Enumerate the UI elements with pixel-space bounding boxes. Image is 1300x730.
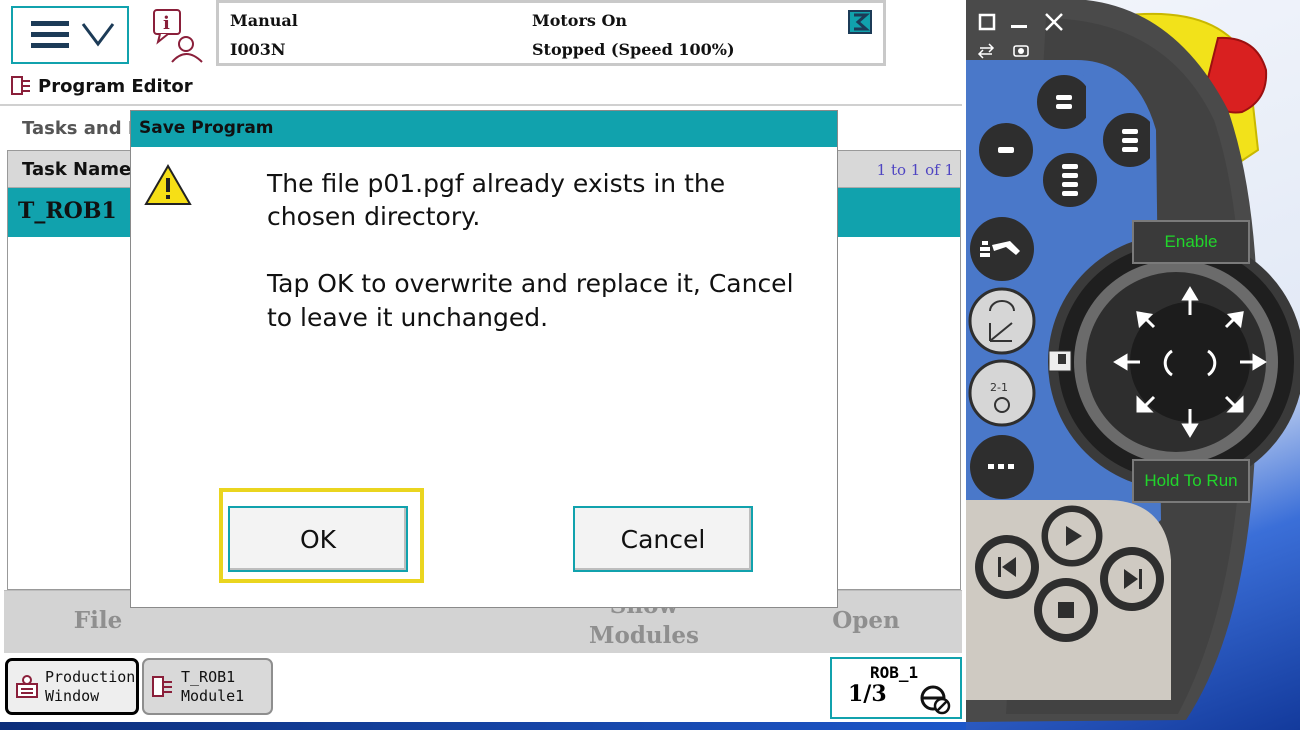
save-program-dialog: Save Program The file p01.pgf already ex… bbox=[130, 110, 838, 608]
desktop-taskbar-strip bbox=[0, 722, 966, 730]
window-title: Program Editor bbox=[38, 75, 193, 97]
header-divider bbox=[0, 104, 962, 106]
more-keys-button[interactable] bbox=[970, 435, 1034, 499]
mechanical-unit-button[interactable] bbox=[970, 217, 1034, 281]
joystick[interactable] bbox=[1110, 285, 1270, 445]
keypad-group-2 bbox=[1037, 107, 1150, 213]
play-button[interactable] bbox=[1038, 502, 1106, 570]
ok-button[interactable]: OK bbox=[228, 506, 408, 572]
motors-state: Motors On bbox=[532, 11, 628, 30]
jog-fraction: 1/3 bbox=[848, 681, 887, 707]
status-bar[interactable]: Manual I003N Motors On Stopped (Speed 10… bbox=[216, 0, 886, 66]
dialog-message-line: The file p01.pgf already exists in the bbox=[267, 169, 726, 198]
module-taskbar-button[interactable]: T_ROB1 Module1 bbox=[142, 658, 273, 715]
robot-name: ROB_1 bbox=[870, 663, 919, 682]
key-button-2[interactable] bbox=[973, 117, 1039, 183]
playback-buttons bbox=[975, 502, 1164, 642]
paging-indicator: 1 to 1 of 1 bbox=[876, 161, 954, 179]
svg-text:2-1: 2-1 bbox=[990, 381, 1008, 394]
dialog-message-line: chosen directory. bbox=[267, 202, 481, 231]
program-editor-icon bbox=[152, 675, 172, 697]
dialog-message-line: Tap OK to overwrite and replace it, Canc… bbox=[267, 269, 794, 298]
main-menu-button[interactable] bbox=[11, 6, 129, 64]
task-name-cell: T_ROB1 bbox=[18, 198, 117, 224]
info-person-icon: i bbox=[153, 9, 203, 63]
robot-jog-icon bbox=[920, 685, 951, 715]
flexpendant-screen: i Manual I003N Motors On Stopped (Speed … bbox=[0, 0, 966, 722]
production-window-label: Production Window bbox=[45, 667, 136, 705]
dialog-title-bar: Save Program bbox=[131, 111, 837, 147]
cancel-button[interactable]: Cancel bbox=[573, 506, 753, 572]
window-controls bbox=[977, 13, 1063, 59]
production-window-icon bbox=[16, 674, 38, 698]
program-editor-icon bbox=[11, 76, 30, 95]
column-header-task-name[interactable]: Task Name bbox=[22, 159, 131, 180]
enable-button[interactable]: Enable bbox=[1132, 220, 1250, 264]
step-back-button[interactable] bbox=[975, 535, 1039, 599]
system-name: I003N bbox=[230, 40, 286, 59]
module-label: T_ROB1 Module1 bbox=[181, 667, 245, 705]
operating-mode: Manual bbox=[230, 11, 298, 30]
tool-icon bbox=[1048, 350, 1072, 372]
svg-text:i: i bbox=[163, 13, 170, 34]
file-command[interactable]: File bbox=[58, 606, 138, 636]
axes-toggle-button[interactable]: 2-1 bbox=[968, 359, 1036, 427]
open-command[interactable]: Open bbox=[826, 606, 906, 636]
window-title-bar: Program Editor bbox=[10, 70, 193, 102]
side-buttons: 2-1 bbox=[968, 217, 1036, 499]
event-log-button[interactable]: i bbox=[148, 4, 210, 66]
hamburger-menu-icon bbox=[31, 21, 115, 48]
dialog-message-line: to leave it unchanged. bbox=[267, 303, 549, 332]
dialog-title: Save Program bbox=[139, 118, 274, 138]
stop-button[interactable] bbox=[1034, 578, 1098, 642]
key-button-3[interactable] bbox=[1097, 107, 1150, 173]
warning-icon bbox=[144, 164, 192, 205]
production-window-taskbar-button[interactable]: Production Window bbox=[5, 658, 139, 715]
mechanical-unit-status[interactable]: ROB_1 1/3 bbox=[830, 657, 962, 719]
step-forward-button[interactable] bbox=[1100, 547, 1164, 611]
motion-mode-button[interactable] bbox=[968, 287, 1036, 355]
program-state: Stopped (Speed 100%) bbox=[532, 40, 735, 59]
key-button-4[interactable] bbox=[1037, 147, 1103, 213]
quickset-icon[interactable] bbox=[848, 10, 872, 34]
